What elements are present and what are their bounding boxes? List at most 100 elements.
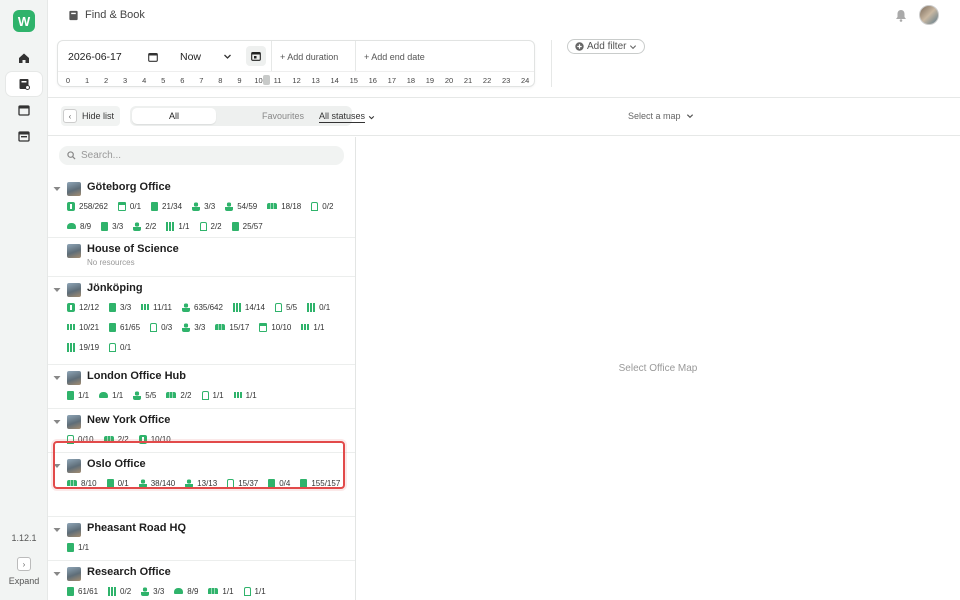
resource-count[interactable]: 25/57 bbox=[231, 220, 263, 232]
chevron-down-icon[interactable] bbox=[223, 52, 232, 61]
tab-all[interactable]: All bbox=[132, 108, 216, 124]
office-item[interactable]: Jönköping 12/12 3/3 11/11 635/642 14/14 5/5 0/1… bbox=[48, 277, 355, 365]
grid-resource-icon bbox=[166, 221, 175, 231]
resource-count[interactable]: 0/2 bbox=[108, 585, 131, 597]
add-duration-button[interactable]: + Add duration bbox=[280, 52, 338, 62]
resource-count[interactable]: 155/157 bbox=[300, 477, 340, 489]
resource-count[interactable]: 2/2 bbox=[103, 433, 129, 445]
resource-count[interactable]: 15/17 bbox=[215, 321, 249, 333]
resource-count[interactable]: 54/59 bbox=[225, 200, 257, 212]
caret-down-icon[interactable] bbox=[53, 185, 61, 193]
resource-count[interactable]: 258/262 bbox=[67, 200, 108, 212]
resource-count[interactable]: 2/2 bbox=[199, 220, 222, 232]
office-item[interactable]: Oslo Office 8/10 0/1 38/140 13/13 15/37 0/4 155… bbox=[48, 453, 355, 517]
nav-calendar[interactable] bbox=[6, 98, 42, 122]
office-item[interactable]: House of Science No resources bbox=[48, 238, 355, 277]
resource-count[interactable]: 2/2 bbox=[166, 389, 192, 401]
resource-count[interactable]: 2/2 bbox=[133, 220, 156, 232]
resource-count[interactable]: 8/9 bbox=[174, 585, 198, 597]
bell-icon[interactable] bbox=[895, 9, 907, 22]
resource-count[interactable]: 8/9 bbox=[67, 220, 91, 232]
office-name: House of Science bbox=[87, 243, 179, 255]
calendar-icon[interactable] bbox=[148, 52, 158, 62]
caret-down-icon[interactable] bbox=[53, 526, 61, 534]
resource-count[interactable]: 18/18 bbox=[267, 200, 301, 212]
hour-tick: 24 bbox=[521, 76, 530, 85]
resource-count[interactable]: 0/2 bbox=[311, 200, 333, 212]
add-filter-button[interactable]: Add filter bbox=[567, 39, 646, 54]
resource-count[interactable]: 11/11 bbox=[141, 301, 172, 313]
resource-count[interactable]: 3/3 bbox=[192, 200, 215, 212]
resource-count[interactable]: 1/1 bbox=[201, 389, 224, 401]
resource-count[interactable]: 3/3 bbox=[141, 585, 164, 597]
avatar[interactable] bbox=[919, 5, 939, 25]
caret-down-icon[interactable] bbox=[53, 418, 61, 426]
resource-count[interactable]: 1/1 bbox=[243, 585, 266, 597]
search-field[interactable] bbox=[59, 146, 344, 165]
office-item[interactable]: Pheasant Road HQ 1/1 bbox=[48, 517, 355, 561]
caret-down-icon[interactable] bbox=[53, 462, 61, 470]
resource-count[interactable]: 3/3 bbox=[101, 220, 123, 232]
map-select-dropdown[interactable]: Select a map bbox=[628, 111, 694, 121]
resource-count[interactable]: 0/1 bbox=[109, 341, 131, 353]
hour-timeline[interactable]: 0 1 2 3 4 5 6 7 8 9 10 11 12 13 14 15 16 17 18 19 20 21 22 23 24 bbox=[58, 71, 534, 87]
expand-label[interactable]: Expand bbox=[0, 576, 48, 586]
resource-count[interactable]: 15/37 bbox=[227, 477, 258, 489]
resource-count[interactable]: 21/34 bbox=[151, 200, 182, 212]
resource-count[interactable]: 12/12 bbox=[67, 301, 99, 313]
resource-count[interactable]: 0/1 bbox=[106, 477, 129, 489]
map-area[interactable]: Select Office Map bbox=[356, 137, 960, 600]
resource-value: 2/2 bbox=[210, 221, 222, 231]
status-dropdown[interactable]: All statuses bbox=[319, 111, 375, 123]
resource-count[interactable]: 61/65 bbox=[109, 321, 140, 333]
resource-count[interactable]: 14/14 bbox=[232, 301, 265, 313]
expand-button[interactable]: › bbox=[17, 557, 31, 571]
resource-count[interactable]: 8/10 bbox=[67, 477, 97, 489]
resource-count[interactable]: 38/140 bbox=[138, 477, 175, 489]
nav-home[interactable] bbox=[6, 46, 42, 70]
caret-down-icon[interactable] bbox=[53, 374, 61, 382]
resource-count[interactable]: 1/1 bbox=[67, 389, 89, 401]
hide-list-button[interactable]: ‹ Hide list bbox=[61, 106, 121, 126]
resource-count[interactable]: 0/1 bbox=[307, 301, 330, 313]
resource-count[interactable]: 61/61 bbox=[67, 585, 98, 597]
resource-count[interactable]: 0/4 bbox=[268, 477, 290, 489]
resource-count[interactable]: 0/1 bbox=[117, 200, 141, 212]
caret-down-icon[interactable] bbox=[53, 286, 61, 294]
resource-count[interactable]: 1/1 bbox=[208, 585, 234, 597]
resource-count[interactable]: 1/1 bbox=[67, 541, 89, 553]
resource-count[interactable]: 1/1 bbox=[301, 321, 325, 333]
resource-count[interactable]: 3/3 bbox=[109, 301, 131, 313]
calendar-picker-button[interactable] bbox=[246, 46, 266, 66]
time-slider-handle[interactable] bbox=[263, 75, 270, 85]
room-resource-icon bbox=[109, 322, 117, 332]
time-value[interactable]: Now bbox=[180, 51, 201, 63]
divider bbox=[551, 40, 552, 87]
search-input[interactable] bbox=[81, 150, 321, 161]
resource-count[interactable]: 10/10 bbox=[138, 433, 171, 445]
resource-count[interactable]: 0/3 bbox=[150, 321, 172, 333]
resource-count[interactable]: 13/13 bbox=[185, 477, 217, 489]
nav-find-book[interactable] bbox=[6, 72, 42, 96]
office-item[interactable]: Research Office 61/61 0/2 3/3 8/9 1/1 1/1 bbox=[48, 561, 355, 600]
resource-count[interactable]: 0/10 bbox=[67, 433, 94, 445]
office-item[interactable]: London Office Hub 1/1 1/1 5/5 2/2 1/1 1/1 bbox=[48, 365, 355, 409]
resource-count[interactable]: 1/1 bbox=[166, 220, 190, 232]
person-resource-icon bbox=[141, 586, 150, 596]
resource-count[interactable]: 5/5 bbox=[133, 389, 156, 401]
resource-count[interactable]: 5/5 bbox=[274, 301, 297, 313]
date-value[interactable]: 2026-06-17 bbox=[68, 51, 122, 63]
office-item[interactable]: New York Office 0/10 2/2 10/10 bbox=[48, 409, 355, 453]
resource-count[interactable]: 3/3 bbox=[182, 321, 205, 333]
resource-count[interactable]: 19/19 bbox=[67, 341, 99, 353]
resource-count[interactable]: 635/642 bbox=[182, 301, 223, 313]
add-end-date-button[interactable]: + Add end date bbox=[364, 52, 425, 62]
resource-count[interactable]: 1/1 bbox=[233, 389, 257, 401]
caret-down-icon[interactable] bbox=[53, 570, 61, 578]
nav-schedule[interactable] bbox=[6, 124, 42, 148]
resource-count[interactable]: 10/10 bbox=[259, 321, 291, 333]
office-item[interactable]: Göteborg Office 258/262 0/1 21/34 3/3 54/59 18… bbox=[48, 176, 355, 238]
app-logo[interactable]: W bbox=[13, 10, 35, 32]
resource-count[interactable]: 1/1 bbox=[99, 389, 123, 401]
resource-count[interactable]: 10/21 bbox=[67, 321, 99, 333]
